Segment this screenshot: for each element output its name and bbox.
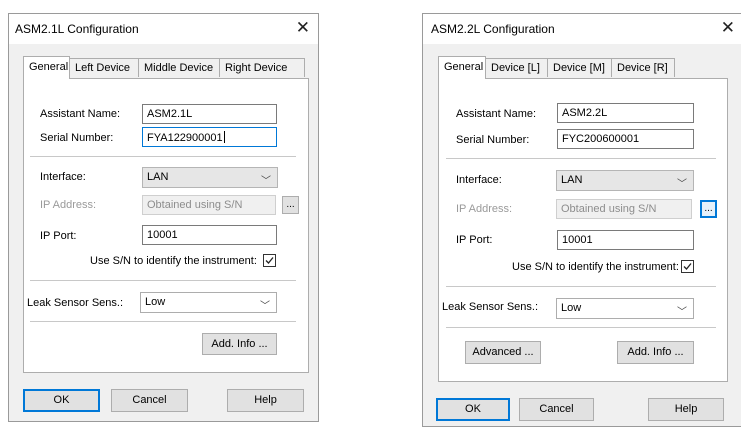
use-sn-checkbox[interactable] (263, 254, 276, 267)
tab-general[interactable]: General (23, 56, 70, 79)
use-sn-label: Use S/N to identify the instrument: (512, 261, 679, 273)
title-bar: ASM2.2L Configuration ✕ (423, 14, 741, 44)
general-tab-panel: Assistant Name: ASM2.1L Serial Number: F… (23, 78, 309, 373)
serial-number-label: Serial Number: (40, 132, 114, 144)
checkmark-icon (265, 257, 274, 264)
chevron-down-icon: ﹀ (260, 301, 270, 312)
asm21l-config-dialog: ASM2.1L Configuration ✕ General Left Dev… (8, 13, 319, 422)
interface-value: LAN (147, 171, 169, 183)
interface-select[interactable]: LAN ﹀ (142, 167, 278, 188)
ip-address-input: Obtained using S/N (556, 199, 692, 219)
ip-port-value: 10001 (147, 229, 178, 241)
separator (30, 321, 296, 322)
serial-number-input[interactable]: FYA122900001 (142, 127, 277, 147)
ok-button[interactable]: OK (436, 398, 510, 421)
assistant-name-input[interactable]: ASM2.2L (557, 103, 694, 123)
use-sn-checkbox[interactable] (681, 260, 694, 273)
tab-middle-device[interactable]: Middle Device (138, 58, 220, 77)
ip-browse-button[interactable]: ... (700, 200, 717, 218)
cancel-button[interactable]: Cancel (111, 389, 188, 412)
assistant-name-input[interactable]: ASM2.1L (142, 104, 277, 124)
leak-sensor-select[interactable]: Low ﹀ (140, 292, 277, 313)
ip-port-label: IP Port: (40, 230, 77, 242)
assistant-name-value: ASM2.1L (147, 108, 193, 120)
ip-address-input: Obtained using S/N (142, 195, 276, 215)
ip-port-input[interactable]: 10001 (142, 225, 277, 245)
window-title: ASM2.1L Configuration (15, 22, 139, 36)
window-title: ASM2.2L Configuration (431, 22, 555, 36)
close-icon[interactable]: ✕ (721, 18, 735, 38)
serial-number-value: FYA122900001 (147, 132, 223, 144)
close-icon[interactable]: ✕ (296, 18, 310, 38)
help-button[interactable]: Help (227, 389, 304, 412)
assistant-name-value: ASM2.2L (562, 107, 608, 119)
tab-device-m[interactable]: Device [M] (547, 58, 612, 77)
tab-device-r[interactable]: Device [R] (611, 58, 675, 77)
interface-label: Interface: (40, 171, 86, 183)
title-bar: ASM2.1L Configuration ✕ (9, 14, 318, 44)
interface-value: LAN (561, 174, 583, 186)
chevron-down-icon: ﹀ (677, 307, 687, 318)
leak-sensor-select[interactable]: Low ﹀ (556, 298, 694, 319)
help-button[interactable]: Help (648, 398, 724, 421)
assistant-name-label: Assistant Name: (456, 108, 537, 120)
assistant-name-label: Assistant Name: (40, 108, 121, 120)
ip-port-input[interactable]: 10001 (557, 230, 694, 250)
leak-sensor-value: Low (561, 302, 582, 314)
ip-address-label: IP Address: (456, 203, 513, 215)
cancel-button[interactable]: Cancel (519, 398, 594, 421)
ip-address-label: IP Address: (40, 199, 97, 211)
add-info-button[interactable]: Add. Info ... (202, 333, 277, 355)
add-info-button[interactable]: Add. Info ... (617, 341, 694, 364)
interface-select[interactable]: LAN ﹀ (556, 170, 694, 191)
ip-browse-button[interactable]: ... (282, 196, 299, 214)
ok-button[interactable]: OK (23, 389, 100, 412)
chevron-down-icon: ﹀ (677, 179, 687, 190)
separator (446, 286, 716, 287)
chevron-down-icon: ﹀ (261, 176, 271, 187)
leak-sensor-label: Leak Sensor Sens.: (442, 301, 539, 313)
use-sn-label: Use S/N to identify the instrument: (90, 255, 257, 267)
tab-left-device[interactable]: Left Device (69, 58, 139, 77)
asm22l-config-dialog: ASM2.2L Configuration ✕ General Device [… (422, 13, 741, 427)
text-caret (223, 131, 225, 143)
separator (446, 327, 716, 328)
ip-port-label: IP Port: (456, 234, 493, 246)
leak-sensor-label: Leak Sensor Sens.: (27, 297, 124, 309)
ip-port-value: 10001 (562, 234, 593, 246)
interface-label: Interface: (456, 174, 502, 186)
serial-number-value: FYC200600001 (562, 133, 640, 145)
tab-strip: General Left Device Middle Device Right … (23, 56, 313, 79)
general-tab-panel: Assistant Name: ASM2.2L Serial Number: F… (438, 78, 728, 382)
separator (30, 280, 296, 281)
leak-sensor-value: Low (145, 296, 166, 308)
ip-address-value: Obtained using S/N (561, 203, 657, 215)
tab-right-device[interactable]: Right Device (219, 58, 305, 77)
tab-device-l[interactable]: Device [L] (485, 58, 548, 77)
separator (30, 156, 296, 157)
separator (446, 158, 716, 159)
tab-strip: General Device [L] Device [M] Device [R] (438, 56, 728, 79)
ip-address-value: Obtained using S/N (147, 199, 243, 211)
checkmark-icon (683, 263, 692, 270)
serial-number-input[interactable]: FYC200600001 (557, 129, 694, 149)
tab-general[interactable]: General (438, 56, 486, 79)
advanced-button[interactable]: Advanced ... (465, 341, 541, 364)
serial-number-label: Serial Number: (456, 134, 530, 146)
